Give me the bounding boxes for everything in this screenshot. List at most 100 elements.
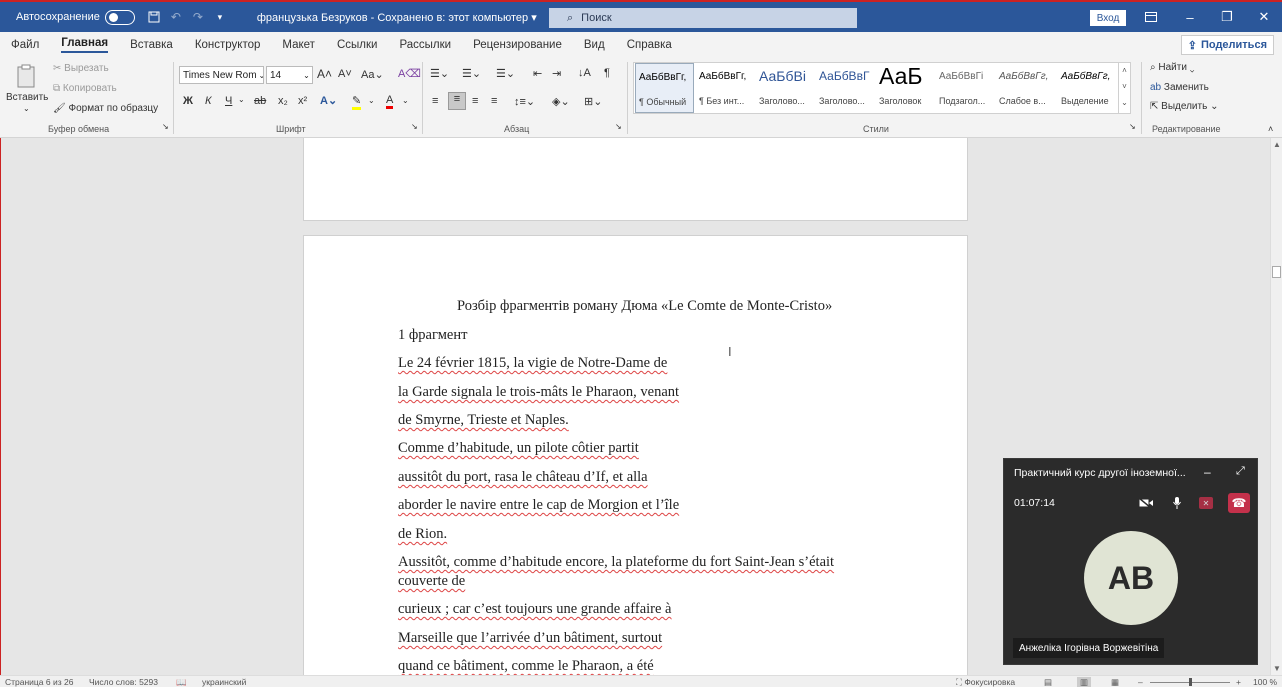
strikethrough-icon[interactable]: ab (254, 95, 266, 107)
restore-icon[interactable]: ❐ (1217, 7, 1237, 27)
signin-button[interactable]: Вход (1090, 10, 1126, 26)
dialog-launcher-icon[interactable]: ↘ (162, 122, 169, 131)
style-emphasis[interactable]: АаБбВвГг, Выделение (1058, 63, 1118, 113)
tab-layout[interactable]: Макет (282, 39, 315, 51)
page-count[interactable]: Страница 6 из 26 (5, 677, 73, 687)
language[interactable]: украинский (202, 677, 246, 687)
share-button[interactable]: ⇪ Поделиться (1180, 35, 1274, 55)
replace-button[interactable]: ab Заменить (1150, 82, 1209, 93)
vertical-scrollbar[interactable]: ▲ ▼ (1270, 138, 1282, 675)
collapse-ribbon-icon[interactable]: ˄ (1268, 124, 1273, 134)
subscript-icon[interactable]: x₂ (278, 95, 288, 107)
line-spacing-icon[interactable]: ↕≡⌄ (514, 95, 535, 108)
shading-icon[interactable]: ◈⌄ (552, 95, 570, 108)
hang-up-button[interactable]: ☎ (1228, 493, 1250, 513)
text-effects-icon[interactable]: A⌄ (320, 94, 337, 107)
doc-line[interactable]: Comme d’habitude, un pilote côtier parti… (398, 440, 639, 457)
font-color-icon[interactable]: A (386, 94, 394, 109)
dialog-launcher-icon[interactable]: ↘ (615, 122, 622, 131)
autosave[interactable]: Автосохранение (16, 9, 135, 25)
zoom-level[interactable]: 100 % (1253, 677, 1277, 687)
doc-line[interactable]: 1 фрагмент (398, 327, 467, 344)
scroll-down-icon[interactable]: ▼ (1273, 664, 1281, 673)
tab-mailings[interactable]: Рассылки (399, 39, 451, 51)
increase-indent-icon[interactable]: ⇥ (552, 67, 561, 80)
minimize-icon[interactable]: – (1204, 465, 1211, 479)
expand-icon[interactable]: ⤢ (1236, 465, 1245, 478)
document-title[interactable]: французька Безруков - Сохранено в: этот … (257, 11, 537, 24)
zoom-out-icon[interactable]: – (1138, 677, 1143, 687)
tab-design[interactable]: Конструктор (195, 39, 261, 51)
tab-references[interactable]: Ссылки (337, 39, 378, 51)
style-heading1[interactable]: АаБбВі Заголово... (756, 63, 816, 113)
doc-line[interactable]: Marseille que l’arrivée d’un bâtiment, s… (398, 630, 662, 647)
document-heading[interactable]: Розбір фрагментів роману Дюма «Le Comte … (457, 298, 832, 315)
doc-line[interactable]: de Rion. (398, 526, 447, 543)
chevron-down-icon[interactable]: ⌄ (238, 95, 245, 104)
underline-button[interactable]: Ч (225, 95, 232, 107)
autosave-toggle[interactable] (104, 9, 135, 25)
align-right-icon[interactable]: ≡ (472, 95, 478, 107)
save-icon[interactable] (147, 10, 161, 24)
doc-line[interactable]: aussitôt du port, rasa le château d’If, … (398, 469, 648, 486)
grow-font-icon[interactable]: A˄ (317, 67, 332, 81)
decrease-indent-icon[interactable]: ⇤ (533, 67, 542, 80)
numbering-icon[interactable]: ☰⌄ (462, 67, 481, 80)
clear-formatting-icon[interactable]: A⌫ (398, 67, 421, 80)
tab-view[interactable]: Вид (584, 39, 605, 51)
select-button[interactable]: ⇱ Выделить ⌄ (1150, 101, 1218, 112)
ribbon-display-icon[interactable] (1141, 7, 1161, 27)
find-button[interactable]: ⌕ Найти ⌄ (1150, 62, 1194, 73)
stop-share-icon[interactable]: ✕ (1199, 497, 1213, 509)
italic-button[interactable]: К (205, 95, 211, 107)
microphone-icon[interactable] (1168, 494, 1186, 512)
doc-line[interactable]: quand ce bâtiment, comme le Pharaon, a é… (398, 658, 654, 675)
chevron-down-icon[interactable]: ⌄ (368, 96, 375, 105)
dialog-launcher-icon[interactable]: ↘ (1129, 122, 1136, 131)
undo-icon[interactable]: ↶ (169, 10, 183, 24)
scroll-up-icon[interactable]: ▲ (1273, 140, 1281, 149)
zoom-in-icon[interactable]: + (1236, 677, 1241, 687)
tab-help[interactable]: Справка (627, 39, 672, 51)
superscript-icon[interactable]: x² (298, 95, 307, 107)
style-no-spacing[interactable]: АаБбВвГг, ¶ Без инт... (696, 63, 756, 113)
call-window[interactable]: Практичний курс другої іноземної... – ⤢ … (1003, 458, 1258, 665)
style-heading2[interactable]: АаБбВвГ Заголово... (816, 63, 876, 113)
close-icon[interactable]: ✕ (1254, 7, 1274, 27)
proofing-icon[interactable]: 📖 (176, 677, 187, 687)
pilcrow-icon[interactable]: ¶ (604, 67, 610, 79)
minimize-icon[interactable]: – (1180, 7, 1200, 27)
focus-mode[interactable]: ⛶ Фокусировка (956, 677, 1015, 687)
zoom-thumb[interactable] (1189, 678, 1192, 686)
scroll-thumb[interactable] (1272, 266, 1281, 278)
print-layout-icon[interactable]: ▥ (1077, 677, 1092, 687)
doc-line[interactable]: couverte de (398, 573, 465, 590)
justify-icon[interactable]: ≡ (491, 95, 497, 107)
shrink-font-icon[interactable]: A˅ (338, 68, 352, 80)
doc-line[interactable]: de Smyrne, Trieste et Naples. (398, 412, 569, 429)
style-subtle-emphasis[interactable]: АаБбВвГг, Слабое в... (996, 63, 1058, 113)
customize-qat-icon[interactable]: ▾ (213, 10, 227, 24)
font-size-select[interactable]: 14 ⌄ (266, 66, 313, 84)
tab-file[interactable]: Файл (11, 39, 39, 51)
bold-button[interactable]: Ж (183, 95, 193, 107)
format-painter-button[interactable]: 🖌 Формат по образцу (53, 103, 158, 114)
multilevel-list-icon[interactable]: ☰⌄ (496, 67, 515, 80)
style-normal[interactable]: АаБбВвГг, ¶ Обычный (635, 63, 694, 113)
style-title[interactable]: АаБ Заголовок (876, 63, 936, 113)
change-case-icon[interactable]: Aa⌄ (361, 68, 384, 81)
cut-button[interactable]: ✂ Вырезать (53, 63, 109, 74)
font-family-select[interactable]: Times New Rom⌄ (179, 66, 264, 84)
tab-review[interactable]: Рецензирование (473, 39, 562, 51)
highlight-icon[interactable]: ✎ (352, 94, 362, 110)
align-left-icon[interactable]: ≡ (432, 95, 438, 107)
tab-home[interactable]: Главная (61, 37, 109, 53)
copy-button[interactable]: ⧉ Копировать (53, 83, 117, 94)
borders-icon[interactable]: ⊞⌄ (584, 95, 602, 108)
search-box[interactable]: ⌕ Поиск (549, 8, 857, 28)
sort-icon[interactable]: ↓A (578, 67, 591, 79)
chevron-down-icon[interactable]: ⌄ (402, 96, 409, 105)
page[interactable] (303, 138, 968, 221)
tab-insert[interactable]: Вставка (130, 39, 173, 51)
word-count[interactable]: Число слов: 5293 (89, 677, 158, 687)
